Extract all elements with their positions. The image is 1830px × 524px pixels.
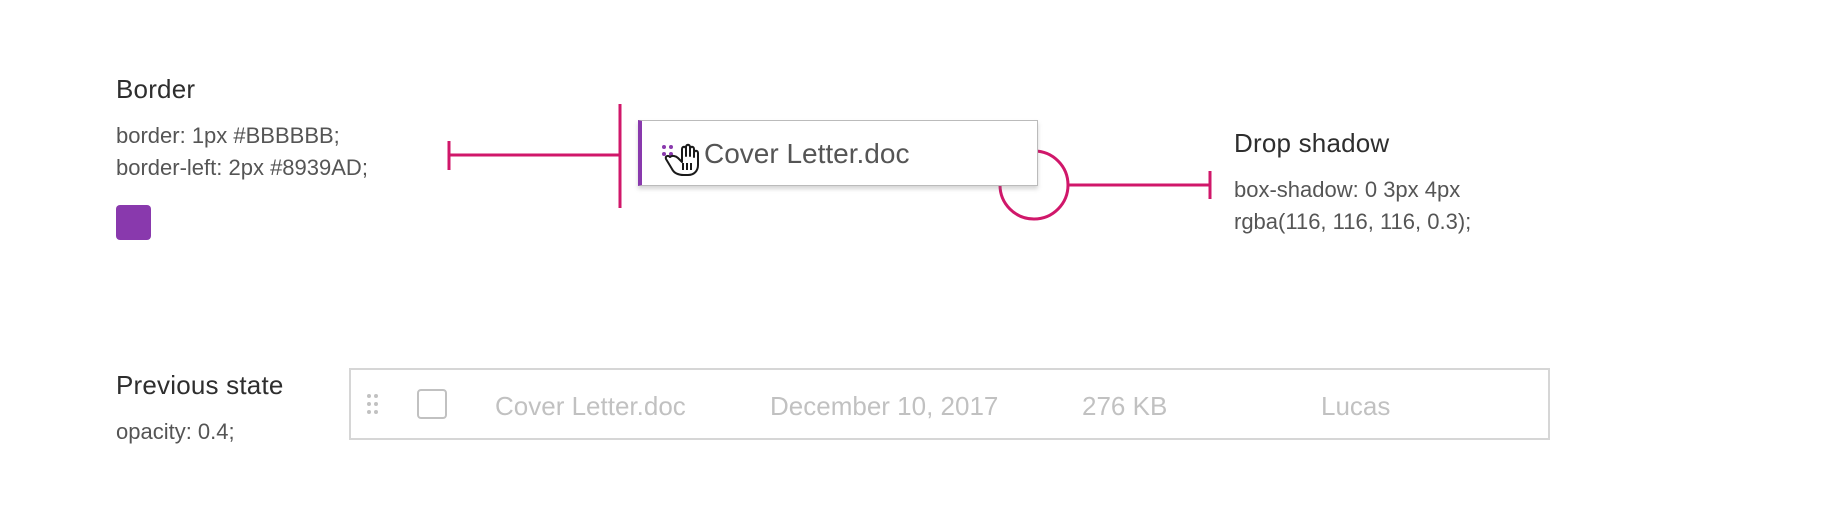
row-content: Cover Letter.doc December 10, 2017 276 K… — [351, 370, 1548, 438]
dragged-file-item[interactable]: Cover Letter.doc — [638, 120, 1038, 186]
previous-state-heading: Previous state — [116, 370, 284, 400]
previous-state-spec: opacity: 0.4; — [116, 419, 235, 444]
drop-shadow-spec-line-1: box-shadow: 0 3px 4px — [1234, 177, 1461, 202]
border-callout — [447, 104, 622, 208]
row-owner: Lucas — [1321, 391, 1391, 421]
callout-lines — [447, 104, 1212, 221]
drop-shadow-heading: Drop shadow — [1234, 128, 1390, 158]
drop-shadow-spec-line-2: rgba(116, 116, 116, 0.3); — [1234, 209, 1472, 234]
grab-hand-icon — [664, 143, 699, 176]
row-date: December 10, 2017 — [770, 391, 999, 421]
previous-state-row: Cover Letter.doc December 10, 2017 276 K… — [349, 368, 1550, 440]
dragged-file-name: Cover Letter.doc — [704, 138, 910, 169]
row-file-name: Cover Letter.doc — [495, 391, 686, 421]
row-checkbox[interactable] — [417, 389, 447, 419]
spec-diagram: Border border: 1px #BBBBBB; border-left:… — [0, 0, 1830, 524]
row-size: 276 KB — [1082, 391, 1168, 421]
